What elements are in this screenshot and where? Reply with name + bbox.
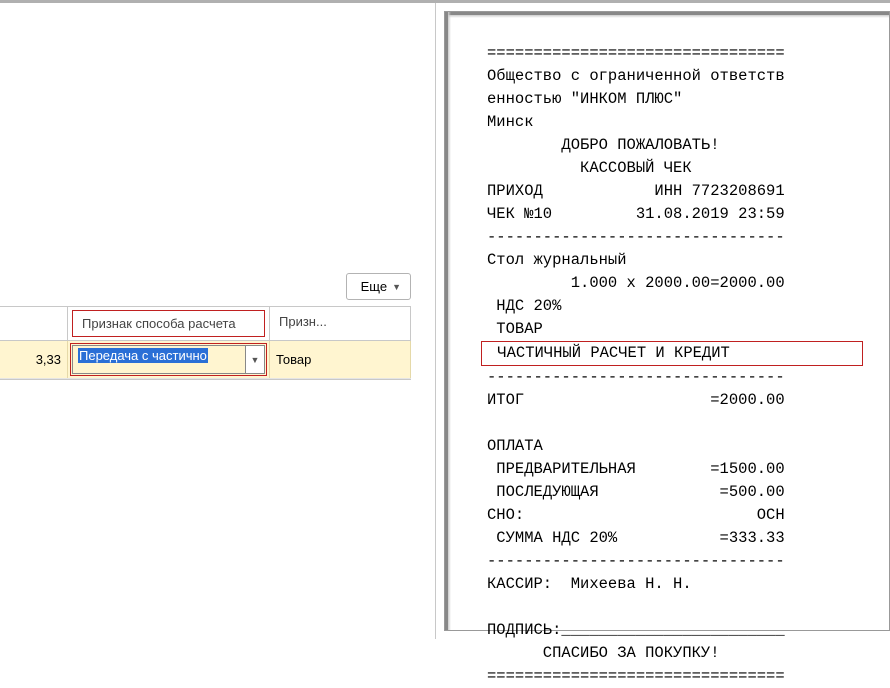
receipt-line: ОПЛАТА (487, 437, 543, 455)
receipt-line: КАССОВЫЙ ЧЕК (487, 159, 692, 177)
receipt-line: Минск (487, 113, 534, 131)
method-select-input[interactable]: Передача с частично (72, 345, 245, 374)
receipt-preview-panel: ================================ Обществ… (435, 3, 890, 639)
receipt-line: ================================ (487, 44, 785, 62)
receipt-line: ПРИХОД ИНН 7723208691 (487, 182, 785, 200)
receipt-line: 1.000 x 2000.00=2000.00 (487, 274, 785, 292)
table-header-row: Признак способа расчета Призн... (0, 307, 411, 341)
receipt-line: ПРЕДВАРИТЕЛЬНАЯ =1500.00 (487, 460, 785, 478)
receipt-line: НДС 20% (487, 297, 561, 315)
receipt-page: ================================ Обществ… (444, 11, 890, 631)
receipt-line: ================================ (487, 667, 785, 685)
attr-cell[interactable]: Товар (270, 341, 411, 378)
receipt-line: -------------------------------- (487, 228, 785, 246)
receipt-line: Стол журнальный (487, 251, 627, 269)
receipt-line: ТОВАР (487, 320, 543, 338)
column-header-attr[interactable]: Призн... (270, 307, 411, 340)
method-cell[interactable]: Передача с частично ▼ (68, 341, 270, 378)
settlement-table: Признак способа расчета Призн... 3,33 Пе… (0, 306, 411, 380)
receipt-line: КАССИР: Михеева Н. Н. (487, 575, 692, 593)
amount-cell[interactable]: 3,33 (0, 341, 68, 378)
receipt-line: енностью "ИНКОМ ПЛЮС" (487, 90, 682, 108)
form-panel: Еще ▼ Признак способа расчета Призн... 3… (0, 3, 435, 639)
receipt-line: Общество с ограниченной ответств (487, 67, 785, 85)
receipt-body: ================================ Обществ… (457, 22, 877, 688)
receipt-line: ДОБРО ПОЖАЛОВАТЬ! (487, 136, 720, 154)
receipt-line: ИТОГ =2000.00 (487, 391, 785, 409)
chevron-down-icon: ▼ (392, 282, 401, 292)
column-header-amount[interactable] (0, 307, 68, 340)
receipt-line: ПОДПИСЬ:________________________ (487, 621, 785, 639)
more-button-label: Еще (361, 279, 387, 294)
more-button[interactable]: Еще ▼ (346, 273, 411, 300)
receipt-highlight-line: ЧАСТИЧНЫЙ РАСЧЕТ И КРЕДИТ (481, 341, 863, 366)
receipt-line: СНО: ОСН (487, 506, 785, 524)
receipt-line: ЧЕК №10 31.08.2019 23:59 (487, 205, 785, 223)
receipt-line: СУММА НДС 20% =333.33 (487, 529, 785, 547)
receipt-line: -------------------------------- (487, 368, 785, 386)
dropdown-icon[interactable]: ▼ (245, 345, 265, 374)
receipt-line: -------------------------------- (487, 552, 785, 570)
receipt-line: СПАСИБО ЗА ПОКУПКУ! (487, 644, 720, 662)
table-row[interactable]: 3,33 Передача с частично ▼ Товар (0, 341, 411, 379)
column-header-method[interactable]: Признак способа расчета (68, 307, 270, 340)
receipt-line: ПОСЛЕДУЮЩАЯ =500.00 (487, 483, 785, 501)
